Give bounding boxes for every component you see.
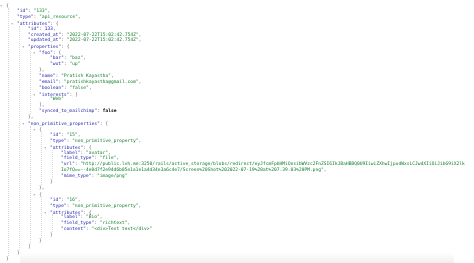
json-line: "Web" [50, 96, 64, 103]
json-line: "content": "<div>Test text</div>" [61, 226, 152, 233]
json-line: "mime_type": "image/png" [61, 173, 127, 180]
json-line: ] [28, 244, 31, 251]
json-punctuation: , [138, 203, 142, 209]
json-punctuation: , [323, 168, 327, 174]
indent-guide [41, 196, 42, 238]
json-string-value: "2022-07-22T15:02:42.754Z" [66, 38, 139, 44]
json-punctuation: , [138, 79, 142, 85]
json-punctuation: , [138, 138, 142, 144]
json-line: "wut": "up" [50, 61, 80, 68]
indent-guide [30, 125, 31, 244]
json-string-value: "<div>Test text</div>" [91, 227, 153, 233]
indent-guide [19, 25, 20, 250]
json-line: } [50, 179, 53, 186]
json-key: "mime_type" [61, 174, 92, 180]
json-punctuation: : [ [69, 92, 78, 98]
json-punctuation: : { [61, 45, 70, 51]
json-punctuation: } [6, 256, 9, 262]
json-punctuation: } [50, 233, 53, 239]
json-punctuation: } [50, 180, 53, 185]
bottom-shadow [20, 253, 454, 263]
json-punctuation: , [88, 85, 92, 91]
indent-guide [52, 149, 53, 179]
json-string-value: "image/png" [96, 174, 128, 180]
json-line: } [6, 256, 9, 263]
json-punctuation: : [ [99, 122, 109, 127]
json-string-value: "up" [69, 62, 81, 67]
json-punctuation: } [39, 239, 42, 244]
indent-guide [41, 131, 42, 185]
json-line: "synced_to_mailchimp": false [39, 108, 116, 115]
indent-guide [52, 214, 53, 233]
json-line: } [39, 238, 42, 245]
json-key: "content" [61, 227, 86, 233]
json-line: } [50, 232, 53, 239]
json-punctuation: , [138, 38, 142, 44]
json-viewer: ▾{"id": "133", "type": "api_resource", ▾ "a… [0, 0, 474, 263]
json-punctuation: ] [28, 244, 31, 250]
json-key: "wut" [50, 62, 64, 67]
json-string-value: "Web" [50, 97, 64, 103]
json-punctuation: , [77, 14, 81, 20]
json-key: "synced_to_mailchimp" [39, 109, 98, 115]
json-punctuation: , [83, 56, 87, 62]
json-boolean-value: false [102, 109, 117, 115]
indent-guide [30, 49, 31, 115]
indent-guide [8, 7, 9, 256]
